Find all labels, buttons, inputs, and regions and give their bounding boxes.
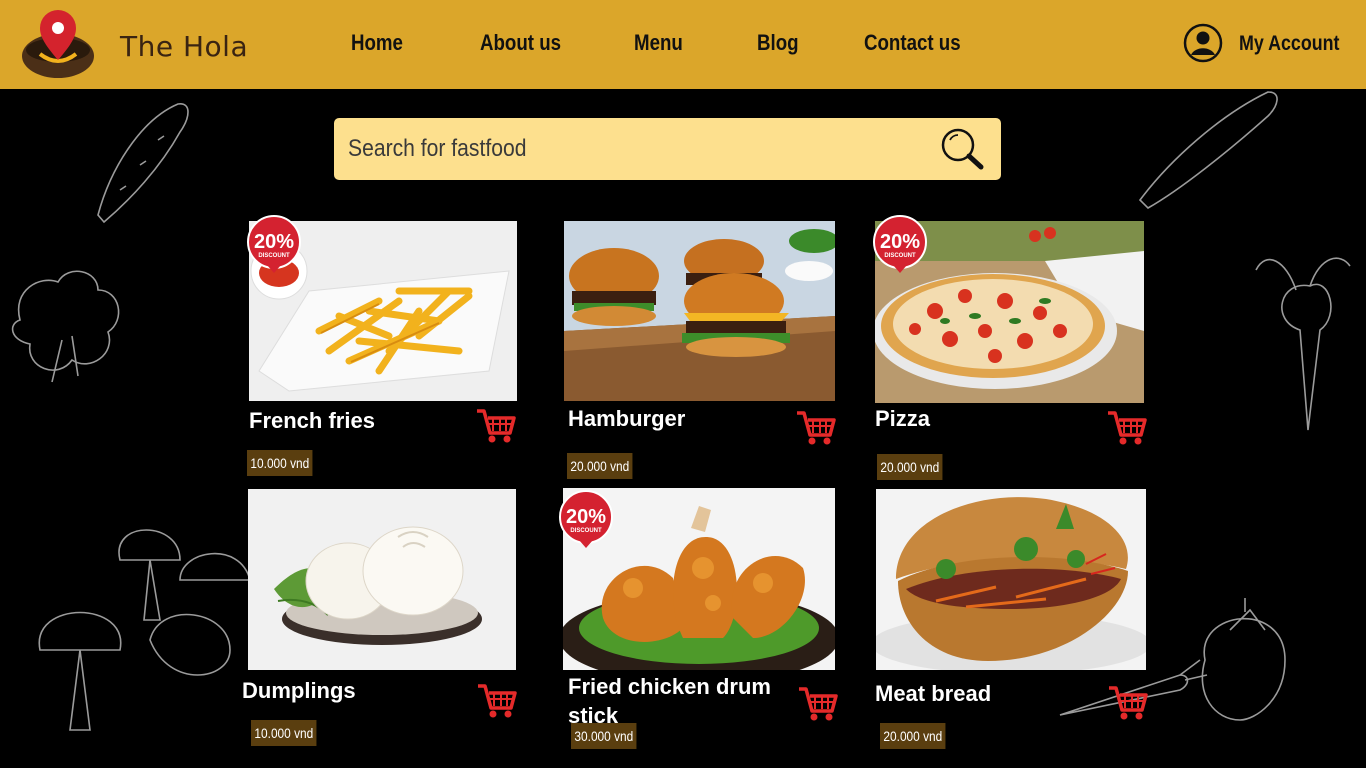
- nav-blog[interactable]: Blog: [757, 30, 799, 56]
- product-image-dumplings[interactable]: [248, 489, 516, 670]
- product-price: 10.000 vnd: [251, 720, 317, 746]
- product-price: 20.000 vnd: [877, 454, 943, 480]
- product-image-hamburger[interactable]: [564, 221, 835, 401]
- cart-icon[interactable]: [797, 684, 839, 722]
- search-icon[interactable]: [938, 126, 986, 172]
- cart-icon[interactable]: [476, 681, 518, 719]
- search-input[interactable]: [348, 132, 859, 166]
- product-name: Fried chicken drum stick: [568, 674, 771, 728]
- product-name: French fries: [249, 408, 375, 433]
- user-circle-icon: [1183, 23, 1223, 63]
- product-name: Meat bread: [875, 681, 992, 706]
- product-price: 30.000 vnd: [571, 723, 637, 749]
- nav-contact-us[interactable]: Contact us: [864, 30, 961, 56]
- cart-icon[interactable]: [1106, 408, 1148, 446]
- svg-text:DISCOUNT: DISCOUNT: [570, 528, 602, 534]
- search-bar: [334, 118, 1001, 180]
- cart-icon[interactable]: [795, 408, 837, 446]
- nav-home[interactable]: Home: [351, 30, 403, 56]
- top-header: The Hola Home About us Menu Blog Contact…: [0, 0, 1366, 89]
- svg-text:20%: 20%: [880, 231, 920, 253]
- svg-text:20%: 20%: [566, 506, 606, 528]
- nav-about-us[interactable]: About us: [480, 30, 561, 56]
- my-account-label[interactable]: My Account: [1239, 32, 1339, 56]
- location-pin-bowl-icon: [22, 10, 94, 78]
- svg-text:DISCOUNT: DISCOUNT: [884, 253, 916, 259]
- product-name: Dumplings: [242, 678, 356, 703]
- svg-text:20%: 20%: [254, 231, 294, 253]
- svg-text:DISCOUNT: DISCOUNT: [258, 253, 290, 259]
- discount-badge-pizza: 20% DISCOUNT: [873, 215, 927, 273]
- product-name: Hamburger: [568, 406, 686, 431]
- cart-icon[interactable]: [1107, 683, 1149, 721]
- discount-badge-french-fries: 20% DISCOUNT: [247, 215, 301, 273]
- product-name: Pizza: [875, 406, 931, 431]
- product-image-meat-bread[interactable]: [876, 489, 1146, 670]
- nav-menu[interactable]: Menu: [634, 30, 683, 56]
- product-price: 10.000 vnd: [247, 450, 313, 476]
- brand-name[interactable]: The Hola: [120, 30, 248, 63]
- cart-icon[interactable]: [475, 406, 517, 444]
- product-price: 20.000 vnd: [880, 723, 946, 749]
- product-price: 20.000 vnd: [567, 453, 633, 479]
- discount-badge-fried-chicken: 20% DISCOUNT: [559, 490, 613, 548]
